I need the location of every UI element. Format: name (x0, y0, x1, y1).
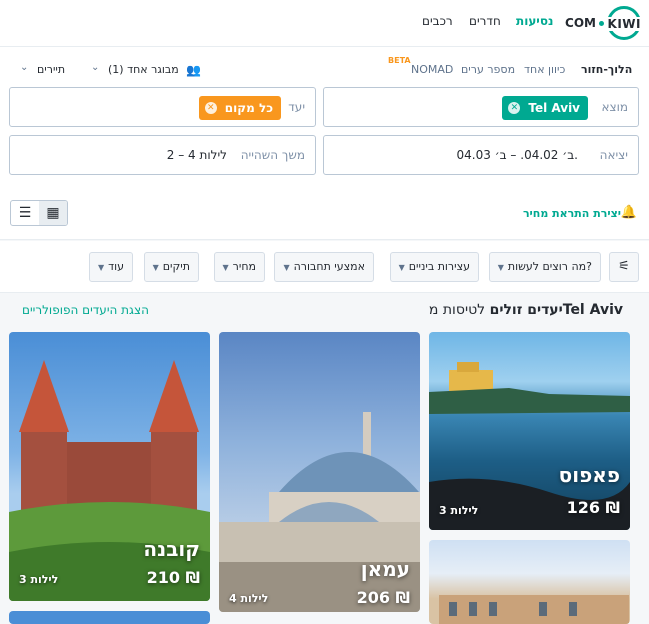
stay-duration-label: משך השהייה (240, 148, 305, 162)
stay-duration-value: 2 – 4 לילות (166, 148, 227, 162)
origin-label: מוצא (601, 100, 628, 114)
section-title-bold: יעדים זולים (489, 302, 563, 318)
filter-activities[interactable]: ▼ מה רוצים לעשות? (488, 252, 601, 282)
logo-circle: KIWI (606, 6, 642, 40)
filter-more[interactable]: ▼ עוד (88, 252, 133, 282)
destination-card-paphos[interactable]: פאפוס 126 ₪ 3 לילות (429, 332, 630, 530)
filter-stops[interactable]: ▼ עצירות ביניים (389, 252, 479, 282)
card-city: עמאן (360, 557, 410, 581)
card-city: קובנה (143, 537, 200, 561)
logo-kiwi: KIWI (606, 17, 642, 31)
origin-field[interactable]: מוצא ✕ Tel Aviv (323, 87, 639, 127)
chevron-down-icon: ▼ (222, 263, 229, 272)
trip-type-nomad[interactable]: NOMAD (411, 63, 453, 76)
list-view-icon[interactable]: ☰ (11, 201, 39, 225)
filter-label: עצירות ביניים (408, 260, 470, 273)
trip-type-multicity[interactable]: מספר ערים (461, 63, 515, 76)
filter-price[interactable]: ▼ מחיר (213, 252, 265, 282)
logo-dot (599, 20, 604, 26)
destination-label: יעד (288, 100, 305, 114)
kiwi-logo[interactable]: COM KIWI (555, 6, 642, 40)
card-price: 126 ₪ (566, 498, 620, 517)
card-city: פאפוס (558, 463, 620, 487)
section-title-rest: לטיסות מ (428, 302, 490, 318)
price-alert-link[interactable]: יצירת התראת מחיר (523, 207, 621, 220)
popular-destinations-link[interactable]: הצגת היעדים הפופולריים (22, 303, 149, 317)
card-price: 210 ₪ (146, 568, 200, 587)
card-nights: 3 לילות (439, 504, 479, 517)
filter-bar: ⚟ ▼ מה רוצים לעשות? ▼ עצירות ביניים ▼ אמצעי… (0, 241, 649, 293)
close-icon[interactable]: ✕ (508, 102, 521, 114)
departure-field[interactable]: יציאה ב׳ 04.02. – ב׳ 04.03. (323, 135, 639, 175)
chevron-down-icon: ▼ (398, 263, 405, 272)
chevron-down-icon: ⌄ (91, 62, 100, 73)
section-title: יעדים זולים לטיסות מ Tel Aviv (429, 302, 623, 318)
passengers-select[interactable]: מבוגר אחד (1) (108, 63, 179, 76)
cabin-class-select[interactable]: תיירים (37, 63, 65, 76)
close-icon[interactable]: ✕ (204, 102, 217, 114)
stay-duration-field[interactable]: משך השהייה 2 – 4 לילות (9, 135, 316, 175)
filter-bags[interactable]: ▼ תיקים (143, 252, 199, 282)
bell-icon: 🔔 (620, 205, 637, 220)
card-price: 206 ₪ (356, 588, 410, 607)
chevron-down-icon: ▼ (497, 263, 504, 272)
chevron-down-icon: ⌄ (20, 62, 29, 73)
nav-cars[interactable]: רכבים (422, 14, 453, 28)
destination-card-kaunas[interactable]: קובנה 210 ₪ 3 לילות (9, 332, 210, 601)
card-nights: 4 לילות (229, 592, 269, 605)
destination-field[interactable]: יעד ✕ כל מקום (9, 87, 316, 127)
origin-chip[interactable]: ✕ Tel Aviv (502, 96, 588, 120)
nav-rooms[interactable]: חדרים (469, 14, 501, 28)
origin-chip-label: Tel Aviv (528, 101, 580, 115)
beta-badge: BETA (388, 56, 411, 65)
filter-transport[interactable]: ▼ אמצעי תחבורה (274, 252, 374, 282)
search-panel: הלוך-חזור כיוון אחד מספר ערים NOMAD BETA… (0, 46, 649, 240)
departure-label: יציאה (599, 148, 628, 162)
departure-value: ב׳ 04.02. – ב׳ 04.03. (456, 148, 578, 162)
chevron-down-icon: ▼ (97, 263, 105, 272)
logo-com: COM (565, 16, 596, 30)
sliders-icon[interactable]: ⚟ (609, 252, 639, 282)
passengers-icon: 👥 (186, 63, 201, 77)
grid-view-icon[interactable]: ▦ (39, 201, 67, 225)
destination-card-amman[interactable]: עמאן 206 ₪ 4 לילות (219, 332, 420, 612)
destination-chip[interactable]: ✕ כל מקום (198, 96, 281, 120)
view-toggle: ☰ ▦ (10, 200, 68, 226)
nav-flights[interactable]: נסיעות (516, 14, 553, 28)
trip-type-return[interactable]: הלוך-חזור (581, 63, 632, 76)
section-title-city: Tel Aviv (562, 302, 623, 318)
filter-label: מחיר (232, 260, 256, 273)
top-bar: COM KIWI נסיעות חדרים רכבים (0, 0, 649, 46)
destination-card-partial[interactable] (429, 540, 630, 624)
building-image (439, 595, 629, 624)
filter-label: עוד (108, 260, 124, 273)
filter-label: אמצעי תחבורה (293, 260, 365, 273)
filter-label: תיקים (162, 260, 190, 273)
card-nights: 3 לילות (19, 573, 59, 586)
chevron-down-icon: ▼ (283, 263, 290, 272)
filter-label: מה רוצים לעשות? (507, 260, 592, 273)
chevron-down-icon: ▼ (152, 263, 159, 272)
destination-card-partial[interactable] (9, 611, 210, 624)
trip-type-oneway[interactable]: כיוון אחד (524, 63, 565, 76)
destination-chip-label: כל מקום (224, 101, 273, 115)
